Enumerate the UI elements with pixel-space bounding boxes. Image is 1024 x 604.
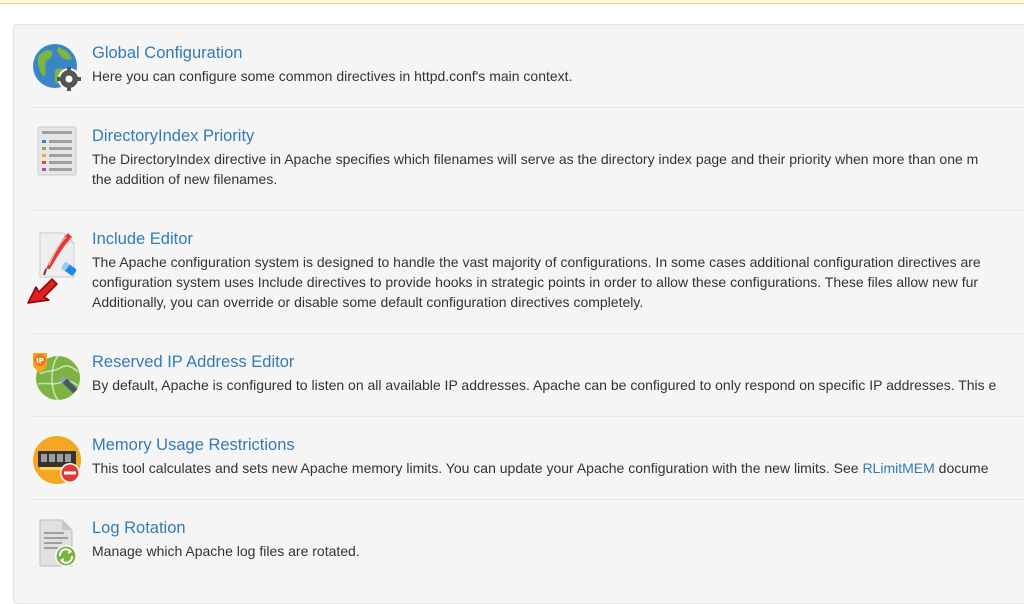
list-item-directoryindex-priority: DirectoryIndex Priority The DirectoryInd… bbox=[32, 126, 1024, 211]
directoryindex-priority-description: The DirectoryIndex directive in Apache s… bbox=[92, 151, 979, 187]
apache-config-panel: Global Configuration Here you can config… bbox=[13, 24, 1024, 604]
global-configuration-link[interactable]: Global Configuration bbox=[92, 43, 1024, 63]
include-editor-link[interactable]: Include Editor bbox=[92, 229, 1024, 249]
rlimitmem-link[interactable]: RLimitMEM bbox=[862, 460, 934, 476]
alert-strip bbox=[0, 0, 1024, 4]
memory-usage-restrictions-link[interactable]: Memory Usage Restrictions bbox=[92, 435, 1024, 455]
global-configuration-description: Here you can configure some common direc… bbox=[92, 68, 573, 84]
list-item-reserved-ip-address-editor: IP Reserved IP Address Editor By default… bbox=[32, 352, 1024, 417]
log-rotation-description: Manage which Apache log files are rotate… bbox=[92, 543, 360, 559]
log-rotate-icon[interactable] bbox=[32, 518, 82, 568]
reserved-ip-address-editor-description: By default, Apache is configured to list… bbox=[92, 377, 997, 393]
globe-gear-icon[interactable] bbox=[32, 43, 82, 93]
ip-globe-icon[interactable]: IP bbox=[32, 352, 82, 402]
list-item-global-configuration: Global Configuration Here you can config… bbox=[32, 43, 1024, 108]
memory-usage-restrictions-description: This tool calculates and sets new Apache… bbox=[92, 460, 989, 476]
memory-chip-icon[interactable] bbox=[32, 435, 82, 485]
list-document-icon[interactable] bbox=[32, 126, 82, 176]
directoryindex-priority-link[interactable]: DirectoryIndex Priority bbox=[92, 126, 1024, 146]
quill-document-icon[interactable] bbox=[32, 229, 82, 279]
list-item-memory-usage-restrictions: Memory Usage Restrictions This tool calc… bbox=[32, 435, 1024, 500]
list-item-include-editor: Include Editor The Apache configuration … bbox=[27, 229, 1024, 334]
list-item-log-rotation: Log Rotation Manage which Apache log fil… bbox=[32, 518, 1024, 583]
include-editor-description: The Apache configuration system is desig… bbox=[92, 254, 981, 310]
svg-text:IP: IP bbox=[36, 357, 44, 365]
log-rotation-link[interactable]: Log Rotation bbox=[92, 518, 1024, 538]
reserved-ip-address-editor-link[interactable]: Reserved IP Address Editor bbox=[92, 352, 1024, 372]
red-pointer-arrow-icon bbox=[27, 278, 58, 304]
